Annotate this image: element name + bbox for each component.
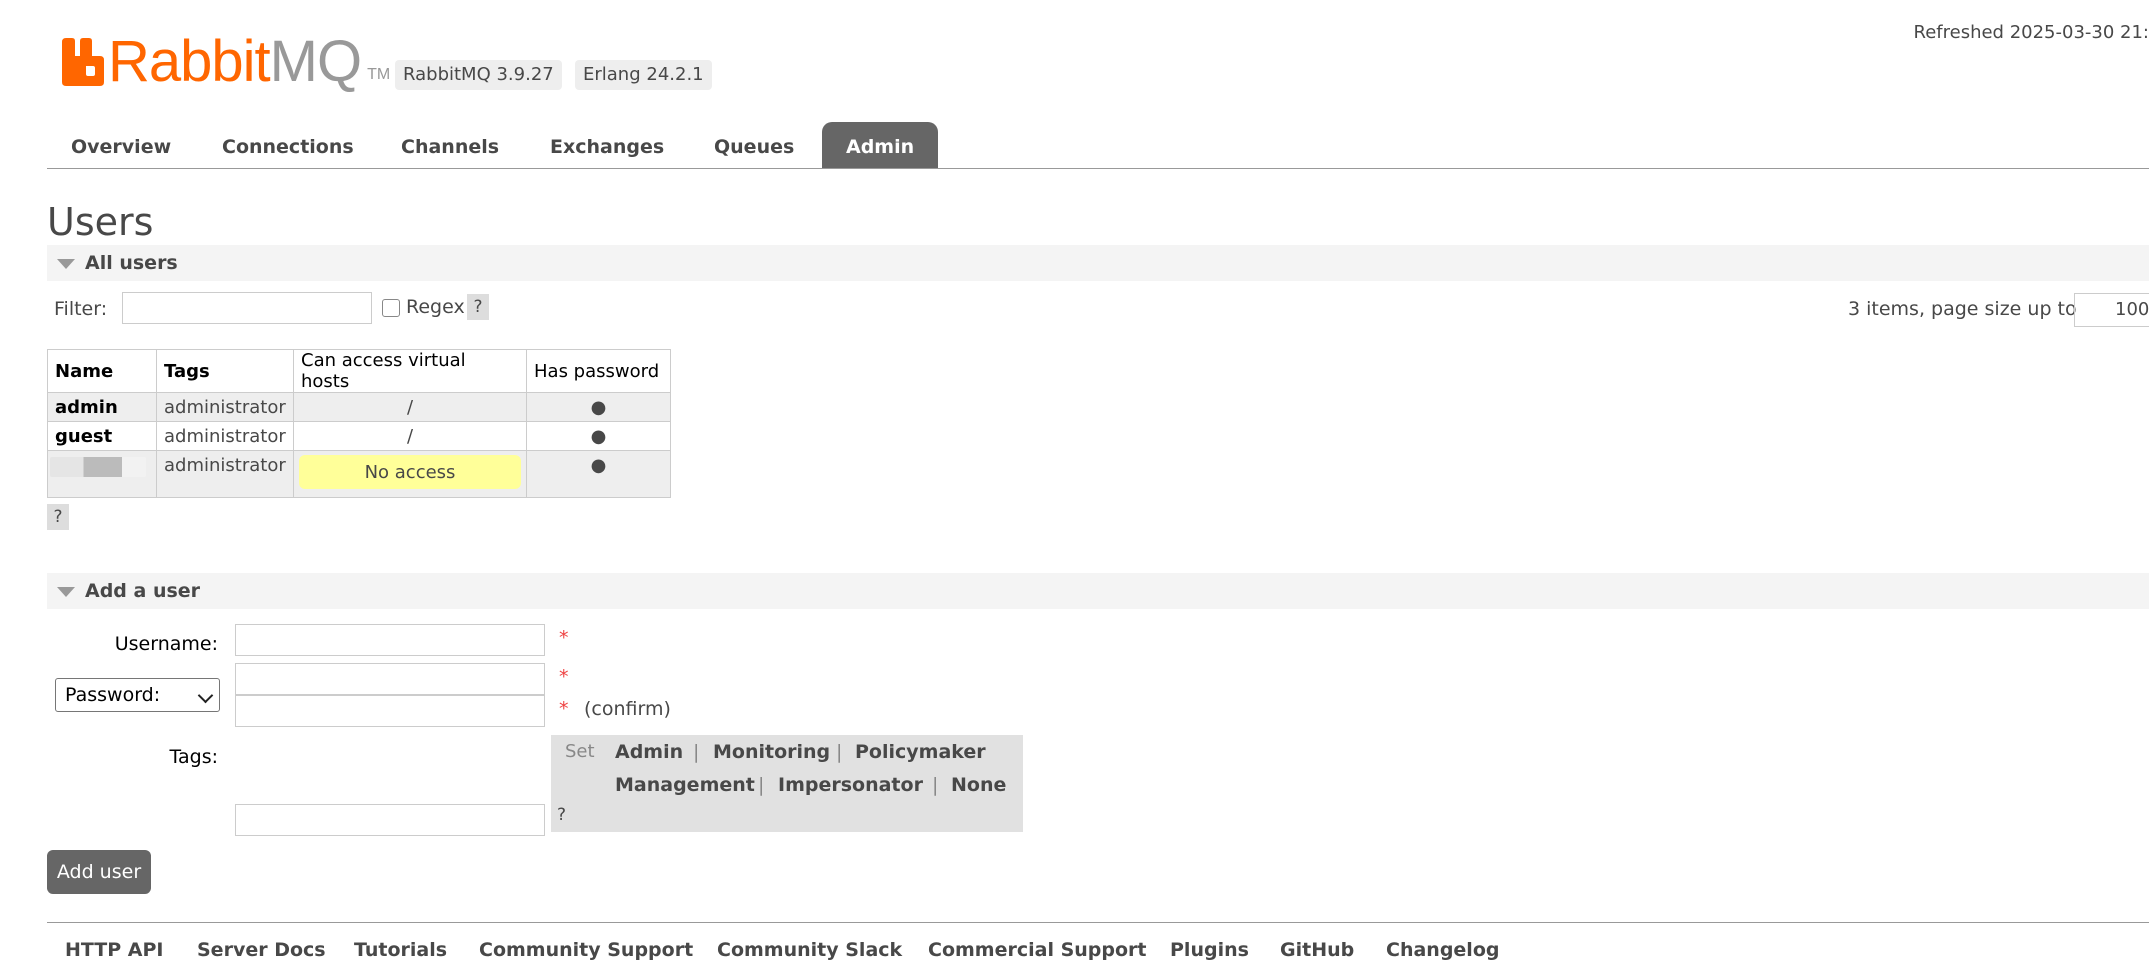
filter-help-button[interactable]: ? [467, 294, 489, 320]
required-marker: * [559, 666, 569, 688]
footer-link-http-api[interactable]: HTTP API [65, 939, 164, 961]
regex-checkbox[interactable] [382, 299, 400, 317]
tags-helper-panel: Set Admin | Monitoring | Policymaker Man… [551, 735, 1023, 832]
rabbitmq-logo: RabbitMQ TM [62, 34, 390, 86]
refreshed-timestamp: Refreshed 2025-03-30 21: [1914, 22, 2149, 43]
user-tags: administrator [157, 451, 294, 498]
footer-link-github[interactable]: GitHub [1280, 939, 1354, 961]
user-has-password: ● [527, 451, 671, 498]
footer-link-plugins[interactable]: Plugins [1170, 939, 1249, 961]
tags-help-button[interactable]: ? [557, 805, 566, 825]
table-help-button[interactable]: ? [47, 504, 69, 530]
footer-links: HTTP API Server Docs Tutorials Community… [47, 922, 2149, 975]
user-tags: administrator [157, 422, 294, 451]
tab-channels[interactable]: Channels [377, 122, 523, 168]
table-row[interactable]: admin administrator / ● [48, 393, 671, 422]
rabbit-logo-icon [62, 38, 104, 86]
logo-rabbit-text: Rabbit [108, 38, 270, 86]
password-input[interactable] [235, 663, 545, 695]
tab-admin[interactable]: Admin [822, 122, 938, 168]
tags-label: Tags: [58, 746, 218, 768]
user-tags: administrator [157, 393, 294, 422]
add-user-button[interactable]: Add user [47, 850, 151, 894]
footer-link-community-slack[interactable]: Community Slack [717, 939, 902, 961]
column-header-name: Name [48, 350, 157, 393]
no-access-badge: No access [299, 455, 521, 489]
footer-link-commercial-support[interactable]: Commercial Support [928, 939, 1147, 961]
tab-overview[interactable]: Overview [47, 122, 195, 168]
redacted-username [50, 457, 146, 477]
footer-link-community-support[interactable]: Community Support [479, 939, 693, 961]
rabbitmq-version-badge: RabbitMQ 3.9.27 [395, 60, 562, 90]
column-header-has-password: Has password [527, 350, 671, 393]
table-row[interactable]: administrator No access ● [48, 451, 671, 498]
items-count-info: 3 items, page size up to [1848, 298, 2077, 320]
footer-link-server-docs[interactable]: Server Docs [197, 939, 326, 961]
tag-option-policymaker[interactable]: Policymaker [855, 741, 986, 763]
tag-separator: | [758, 774, 764, 796]
add-user-section-label: Add a user [85, 573, 200, 609]
username-input[interactable] [235, 624, 545, 656]
collapse-triangle-icon [57, 259, 75, 269]
username-label: Username: [58, 633, 218, 655]
user-vhosts: No access [294, 451, 527, 498]
tag-separator: | [693, 741, 699, 763]
tag-option-none[interactable]: None [951, 774, 1006, 796]
tab-queues[interactable]: Queues [690, 122, 818, 168]
tab-exchanges[interactable]: Exchanges [526, 122, 688, 168]
footer-link-tutorials[interactable]: Tutorials [354, 939, 447, 961]
tag-option-management[interactable]: Management [615, 774, 755, 796]
tag-option-impersonator[interactable]: Impersonator [778, 774, 923, 796]
table-row[interactable]: guest administrator / ● [48, 422, 671, 451]
password-confirm-input[interactable] [235, 695, 545, 727]
user-has-password: ● [527, 393, 671, 422]
page-title: Users [47, 200, 153, 244]
required-marker: * [559, 627, 569, 649]
user-name-link[interactable]: admin [48, 393, 157, 422]
tag-option-monitoring[interactable]: Monitoring [713, 741, 830, 763]
footer-link-changelog[interactable]: Changelog [1386, 939, 1499, 961]
add-user-section-header[interactable]: Add a user [47, 573, 2149, 609]
user-vhosts: / [294, 422, 527, 451]
tag-separator: | [932, 774, 938, 796]
user-name-link[interactable]: guest [48, 422, 157, 451]
all-users-section-header[interactable]: All users [47, 245, 2149, 281]
column-header-vhosts: Can access virtual hosts [294, 350, 527, 393]
tags-set-label: Set [565, 741, 595, 762]
column-header-tags: Tags [157, 350, 294, 393]
tags-input[interactable] [235, 804, 545, 836]
user-name-link[interactable] [48, 451, 157, 498]
chevron-down-icon [198, 688, 214, 704]
logo-mq-text: MQ [270, 38, 361, 86]
password-type-select[interactable]: Password: [55, 678, 220, 712]
password-select-value: Password: [65, 684, 160, 706]
filter-input[interactable] [122, 292, 372, 324]
tag-option-admin[interactable]: Admin [615, 741, 683, 763]
erlang-version-badge: Erlang 24.2.1 [575, 60, 712, 90]
logo-trademark: TM [367, 66, 390, 84]
user-has-password: ● [527, 422, 671, 451]
confirm-label: (confirm) [584, 698, 671, 720]
filter-label: Filter: [54, 298, 107, 320]
main-nav-tabs: Overview Connections Channels Exchanges … [47, 122, 2149, 169]
users-table: Name Tags Can access virtual hosts Has p… [47, 349, 671, 498]
tab-connections[interactable]: Connections [198, 122, 378, 168]
required-marker: * [559, 698, 569, 720]
user-vhosts: / [294, 393, 527, 422]
regex-label: Regex [406, 296, 465, 318]
tag-separator: | [836, 741, 842, 763]
all-users-section-label: All users [85, 245, 178, 281]
page-size-input[interactable]: 100 [2074, 293, 2149, 327]
collapse-triangle-icon [57, 587, 75, 597]
